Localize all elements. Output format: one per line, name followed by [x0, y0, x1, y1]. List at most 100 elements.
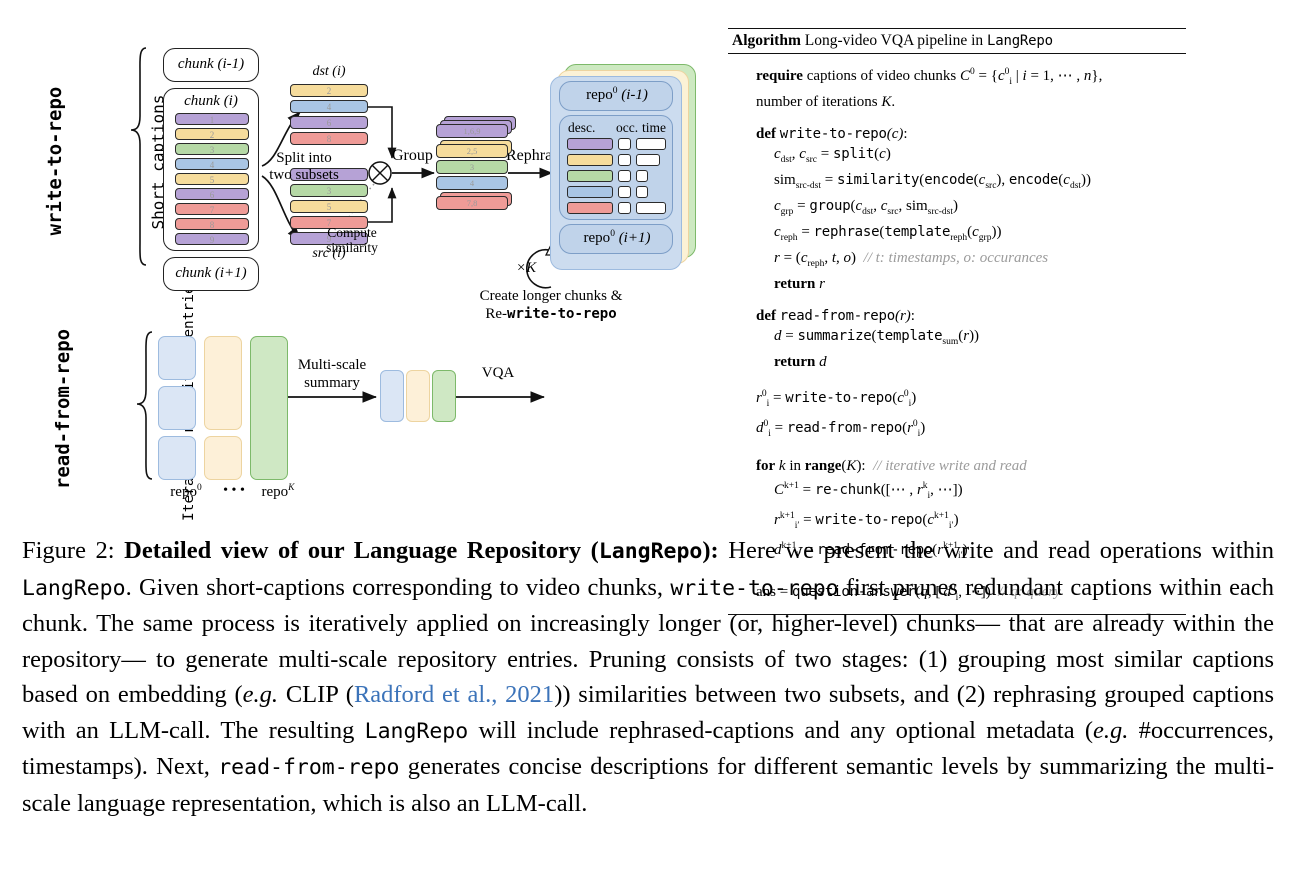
- algo-line-split: cdst, csrc = split(c): [774, 146, 891, 165]
- algo-comment-r: // t: timestamps, o: occurances: [863, 250, 1049, 266]
- require-keyword: require: [756, 68, 803, 84]
- repo-next-index: (i+1): [618, 230, 651, 246]
- loop-caption-prefix: Re-: [485, 306, 508, 322]
- src-to-op-line: [368, 187, 397, 223]
- chunk-caption-bar: 8: [175, 218, 249, 230]
- algo-line-rephrase: creph = rephrase(templatereph(cgrp)): [774, 224, 1002, 243]
- multiscale-summary-label: Multi-scale summary: [282, 356, 382, 392]
- caption-mono-4: read-from-repo: [218, 755, 400, 780]
- algo-def1: def write-to-repo(c):: [756, 126, 908, 142]
- algo-def2: def read-from-repo(r):: [756, 308, 915, 324]
- read-repo-entry: [158, 386, 196, 430]
- repo-time-cell: [636, 138, 667, 150]
- compute-sim-line-2: similarity: [326, 240, 378, 255]
- algo-line-group: cgrp = group(cdst, csrc, simsrc-dst): [774, 198, 958, 217]
- repo-occ-cell: [618, 138, 631, 150]
- algo-line-d0: d0i = read-from-repo(r0i): [756, 419, 926, 439]
- return-var-1: r: [819, 276, 825, 292]
- repo-prev-index: (i-1): [621, 87, 648, 103]
- repo-next-text: repo: [583, 230, 611, 246]
- read-from-repo-section-label: read-from-repo: [52, 328, 74, 490]
- grouped-caption-label: 4: [469, 178, 475, 188]
- repoK-text: repo: [261, 484, 289, 500]
- dst-to-op-line: [368, 106, 397, 159]
- repo-time-cell: [636, 186, 649, 198]
- write-brace: [130, 47, 147, 266]
- split-line-1: Split into: [276, 150, 332, 166]
- figure-title-bold-end: ):: [702, 537, 719, 564]
- multiscale-line-2: summary: [304, 375, 360, 391]
- return-keyword-2: return: [774, 354, 816, 370]
- caption-eg-2: e.g.: [1093, 716, 1129, 744]
- loop-caption-mono: write-to-repo: [507, 306, 617, 322]
- multiscale-line-1: Multi-scale: [297, 357, 367, 373]
- repo-prev-superscript: 0: [612, 86, 618, 96]
- chunk-current-label: chunk (i): [184, 93, 238, 109]
- vqa-label: VQA: [481, 365, 515, 381]
- repoK-superscript: K: [288, 483, 295, 493]
- read-repo-entry: [158, 436, 196, 480]
- def1-name: write-to-repo: [779, 126, 887, 142]
- chunk-caption-bar: 6: [175, 188, 249, 200]
- chunk-caption-bar: 2: [175, 128, 249, 140]
- figure-label: Figure 2:: [22, 537, 115, 564]
- def-keyword-2: def: [756, 308, 776, 324]
- summary-block: [380, 370, 404, 422]
- chunk-caption-bar: 3: [175, 143, 249, 155]
- algo-require-line: require captions of video chunks C0 = {c…: [756, 67, 1103, 87]
- repo-desc-cell: [567, 186, 613, 198]
- algorithm-header-mono: LangRepo: [987, 33, 1053, 49]
- caption-citation[interactable]: Radford et al., 2021: [354, 681, 554, 708]
- algorithm-keyword: Algorithm: [732, 32, 801, 49]
- repo-next-block: repo0 (i+1): [559, 224, 673, 254]
- repo-next-superscript: 0: [610, 229, 615, 239]
- dst-caption-bar: 6: [290, 116, 368, 129]
- src-caption-bar: 5: [290, 200, 368, 213]
- caption-body-1: Here we present the write and read opera…: [718, 537, 1275, 564]
- repo-col-occ-header: occ.: [616, 120, 639, 135]
- repo-occ-cell: [618, 154, 631, 166]
- chunk-next-label: chunk (i+1): [175, 265, 247, 281]
- caption-mono-1: LangRepo: [22, 575, 126, 601]
- group-label: Group: [392, 147, 433, 164]
- repo-desc-cell: [567, 154, 613, 166]
- repo0-label: repo0: [158, 483, 214, 501]
- repo-col-desc-header: desc.: [568, 120, 596, 135]
- algo-line-return-d: return d: [738, 352, 1184, 372]
- split-into-subsets-label: Split into two subsets: [258, 150, 350, 184]
- algorithm-header-rest: Long-video VQA pipeline in: [800, 32, 988, 49]
- summary-block: [432, 370, 456, 422]
- chunk-caption-bar: 5: [175, 173, 249, 185]
- caption-body-6: will include rephrased-captions and any …: [468, 716, 1094, 744]
- dst-label: dst (i): [312, 64, 346, 79]
- repo-time-cell: [636, 202, 667, 214]
- require-rest: captions of video chunks: [802, 68, 961, 84]
- algo-line-write-k: rk+1i′ = write-to-repo(ck+1i′): [774, 511, 959, 531]
- repo-prev-text: repo: [586, 87, 613, 103]
- repo-col-time-header: time: [642, 120, 666, 135]
- grouped-caption-stack: 4: [436, 176, 508, 190]
- chunk-caption-bar: 7: [175, 203, 249, 215]
- chunk-prev-box: chunk (i-1): [163, 48, 259, 82]
- chunk-caption-bar: 1: [175, 113, 249, 125]
- figure-2-container: write-to-repo read-from-repo Short capti…: [0, 0, 1298, 891]
- repo-desc-cell: [567, 138, 613, 150]
- return-keyword-1: return: [774, 276, 816, 292]
- repo-occ-cell: [618, 170, 631, 182]
- chunk-current-box: chunk (i) 1 2 3 4 5 6 7 8 9: [163, 88, 259, 251]
- grouped-caption-label: 7,8: [466, 198, 478, 208]
- grouped-caption-stack: 2,5: [436, 140, 512, 158]
- algorithm-body: require captions of video chunks C0 = {c…: [728, 54, 1186, 614]
- repo-desc-cell: [567, 202, 613, 214]
- algo-comment-for: // iterative write and read: [873, 458, 1027, 474]
- caption-mono-3: LangRepo: [364, 718, 469, 744]
- compute-similarity-label: Compute similarity: [306, 225, 398, 255]
- algorithm-header: Algorithm Long-video VQA pipeline in Lan…: [728, 29, 1186, 53]
- repo-next-label: repo0 (i+1): [560, 229, 674, 247]
- chunk-prev-label: chunk (i-1): [177, 56, 245, 72]
- def2-name: read-from-repo: [779, 308, 895, 324]
- algo-line-return-r: return r: [738, 274, 1184, 294]
- compute-sim-line-1: Compute: [327, 225, 377, 240]
- read-repo-entry: [158, 336, 196, 380]
- caption-body-4: CLIP (: [278, 681, 354, 708]
